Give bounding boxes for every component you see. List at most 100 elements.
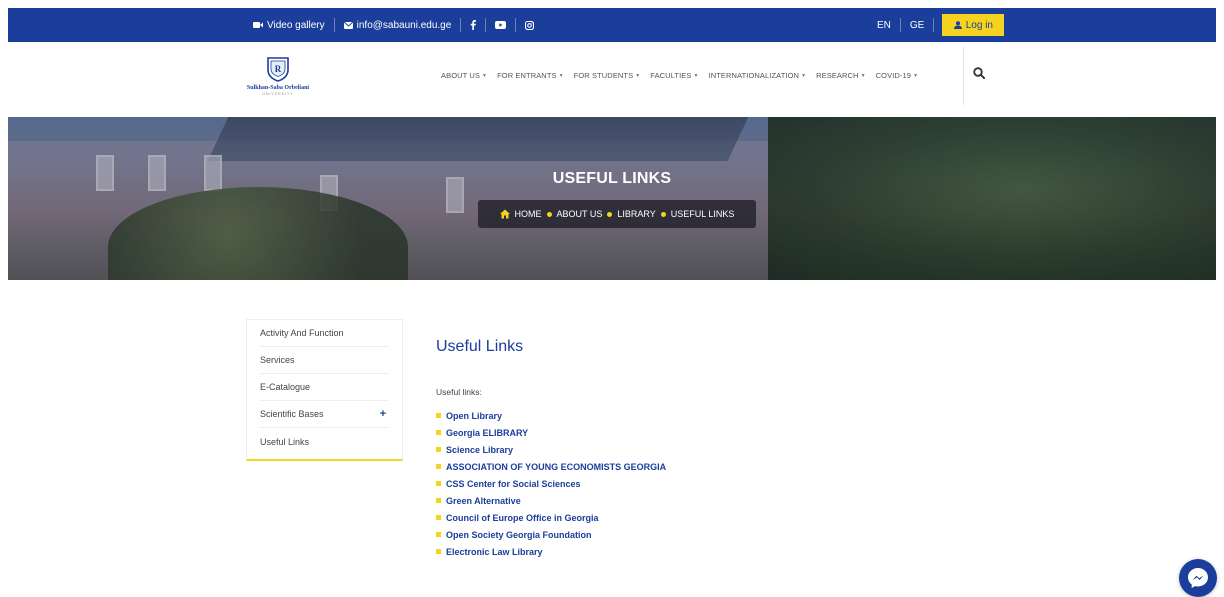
page-title: USEFUL LINKS <box>552 170 672 187</box>
messenger-icon <box>1188 568 1208 588</box>
breadcrumb-separator <box>660 211 666 217</box>
home-icon <box>499 209 510 219</box>
link-label: ASSOCIATION OF YOUNG ECONOMISTS GEORGIA <box>446 461 667 472</box>
main-header: R Sulkhan-Saba Orbeliani UNIVERSITY ABOU… <box>8 42 1216 117</box>
youtube-icon <box>495 21 507 29</box>
messenger-chat-button[interactable] <box>1179 559 1217 597</box>
list-item[interactable]: Open Society Georgia Foundation <box>436 526 936 543</box>
bullet-square-icon <box>436 481 441 486</box>
sidebar-item-activity-and-function[interactable]: Activity And Function <box>260 320 389 347</box>
sidebar-item-label: Scientific Bases <box>260 409 324 419</box>
sidebar-item-useful-links[interactable]: Useful Links <box>260 428 389 455</box>
link-label: Science Library <box>446 444 514 455</box>
bullet-square-icon <box>436 447 441 452</box>
nav-research[interactable]: RESEARCH ▼ <box>811 71 871 80</box>
breadcrumb-home[interactable]: HOME <box>515 209 542 219</box>
instagram-link[interactable] <box>516 18 543 32</box>
breadcrumb: HOME ABOUT US LIBRARY USEFUL LINKS <box>478 200 756 228</box>
bullet-square-icon <box>436 413 441 418</box>
envelope-icon <box>343 21 353 29</box>
user-icon <box>953 21 962 29</box>
nav-for-students[interactable]: FOR STUDENTS ▼ <box>569 71 646 80</box>
video-gallery-label: Video gallery <box>267 19 325 31</box>
top-bar-right: EN GE Log in <box>868 8 1005 42</box>
hero-overlay <box>8 117 1216 280</box>
sidebar-item-services[interactable]: Services <box>260 347 389 374</box>
instagram-icon <box>525 20 535 30</box>
logo-name: Sulkhan-Saba Orbeliani <box>246 85 310 91</box>
caret-down-icon: ▼ <box>558 72 564 79</box>
caret-down-icon: ▼ <box>482 72 488 79</box>
list-item[interactable]: CSS Center for Social Sciences <box>436 475 936 492</box>
bullet-square-icon <box>436 464 441 469</box>
search-button[interactable] <box>973 66 991 84</box>
lang-ge-button[interactable]: GE <box>901 18 935 32</box>
nav-label: RESEARCH <box>816 71 859 80</box>
email-label: info@sabauni.edu.ge <box>356 19 452 31</box>
breadcrumb-library[interactable]: LIBRARY <box>617 209 655 219</box>
sidebar-item-scientific-bases[interactable]: Scientific Bases + <box>260 401 389 428</box>
facebook-link[interactable] <box>461 18 487 32</box>
sidebar-item-label: Services <box>260 355 295 365</box>
logo-subtitle: UNIVERSITY <box>262 92 294 96</box>
breadcrumb-separator <box>607 211 613 217</box>
list-item[interactable]: Open Library <box>436 407 936 424</box>
login-button[interactable]: Log in <box>942 14 1005 36</box>
nav-covid-19[interactable]: COVID-19 ▼ <box>871 71 923 80</box>
top-bar-left: Video gallery info@sabauni.edu.ge <box>244 8 543 42</box>
video-camera-icon <box>253 22 263 28</box>
link-label: Open Society Georgia Foundation <box>446 529 592 540</box>
email-link[interactable]: info@sabauni.edu.ge <box>335 18 462 32</box>
list-item[interactable]: Science Library <box>436 441 936 458</box>
caret-down-icon: ▼ <box>860 72 866 79</box>
bullet-square-icon <box>436 430 441 435</box>
breadcrumb-separator <box>546 211 552 217</box>
nav-internationalization[interactable]: INTERNATIONALIZATION ▼ <box>704 71 812 80</box>
link-label: Council of Europe Office in Georgia <box>446 512 599 523</box>
sidebar-item-label: Useful Links <box>260 436 310 447</box>
svg-text:R: R <box>275 64 282 74</box>
bullet-square-icon <box>436 498 441 503</box>
nav-divider <box>963 47 964 105</box>
list-item[interactable]: Council of Europe Office in Georgia <box>436 509 936 526</box>
list-item[interactable]: Georgia ELIBRARY <box>436 424 936 441</box>
facebook-icon <box>471 20 477 30</box>
caret-down-icon: ▼ <box>693 72 699 79</box>
nav-label: FACULTIES <box>650 71 692 80</box>
link-label: Open Library <box>446 410 503 421</box>
caret-down-icon: ▼ <box>635 72 641 79</box>
link-label: Georgia ELIBRARY <box>446 427 529 438</box>
youtube-link[interactable] <box>486 18 517 32</box>
crest-icon: R <box>267 57 289 82</box>
video-gallery-link[interactable]: Video gallery <box>244 18 335 32</box>
breadcrumb-about-us[interactable]: ABOUT US <box>557 209 603 219</box>
hero-banner: USEFUL LINKS HOME ABOUT US LIBRARY USEFU… <box>8 117 1216 280</box>
caret-down-icon: ▼ <box>801 72 807 79</box>
bullet-square-icon <box>436 549 441 554</box>
university-logo[interactable]: R Sulkhan-Saba Orbeliani UNIVERSITY <box>246 56 310 104</box>
nav-label: FOR STUDENTS <box>573 71 634 80</box>
nav-for-entrants[interactable]: FOR ENTRANTS ▼ <box>492 71 569 80</box>
content-subtitle: Useful links: <box>436 387 482 397</box>
useful-links-list: Open Library Georgia ELIBRARY Science Li… <box>436 407 936 560</box>
list-item[interactable]: Electronic Law Library <box>436 543 936 560</box>
nav-faculties[interactable]: FACULTIES ▼ <box>645 71 703 80</box>
sidebar-menu: Activity And Function Services E-Catalog… <box>246 319 403 461</box>
caret-down-icon: ▼ <box>913 72 919 79</box>
nav-about-us[interactable]: ABOUT US ▼ <box>436 71 492 80</box>
expand-plus-icon[interactable]: + <box>377 408 389 420</box>
list-item[interactable]: Green Alternative <box>436 492 936 509</box>
nav-label: COVID-19 <box>875 71 912 80</box>
content-title: Useful Links <box>436 338 524 355</box>
nav-label: INTERNATIONALIZATION <box>708 71 800 80</box>
bullet-square-icon <box>436 532 441 537</box>
main-nav: ABOUT US ▼ FOR ENTRANTS ▼ FOR STUDENTS ▼ FA… <box>436 71 923 80</box>
top-bar: Video gallery info@sabauni.edu.ge EN GE … <box>8 8 1216 42</box>
list-item[interactable]: ASSOCIATION OF YOUNG ECONOMISTS GEORGIA <box>436 458 936 475</box>
sidebar-item-label: E-Catalogue <box>260 382 311 392</box>
bullet-square-icon <box>436 515 441 520</box>
lang-en-button[interactable]: EN <box>868 18 901 32</box>
sidebar-item-e-catalogue[interactable]: E-Catalogue <box>260 374 389 401</box>
login-label: Log in <box>965 19 993 31</box>
link-label: Green Alternative <box>446 495 521 506</box>
